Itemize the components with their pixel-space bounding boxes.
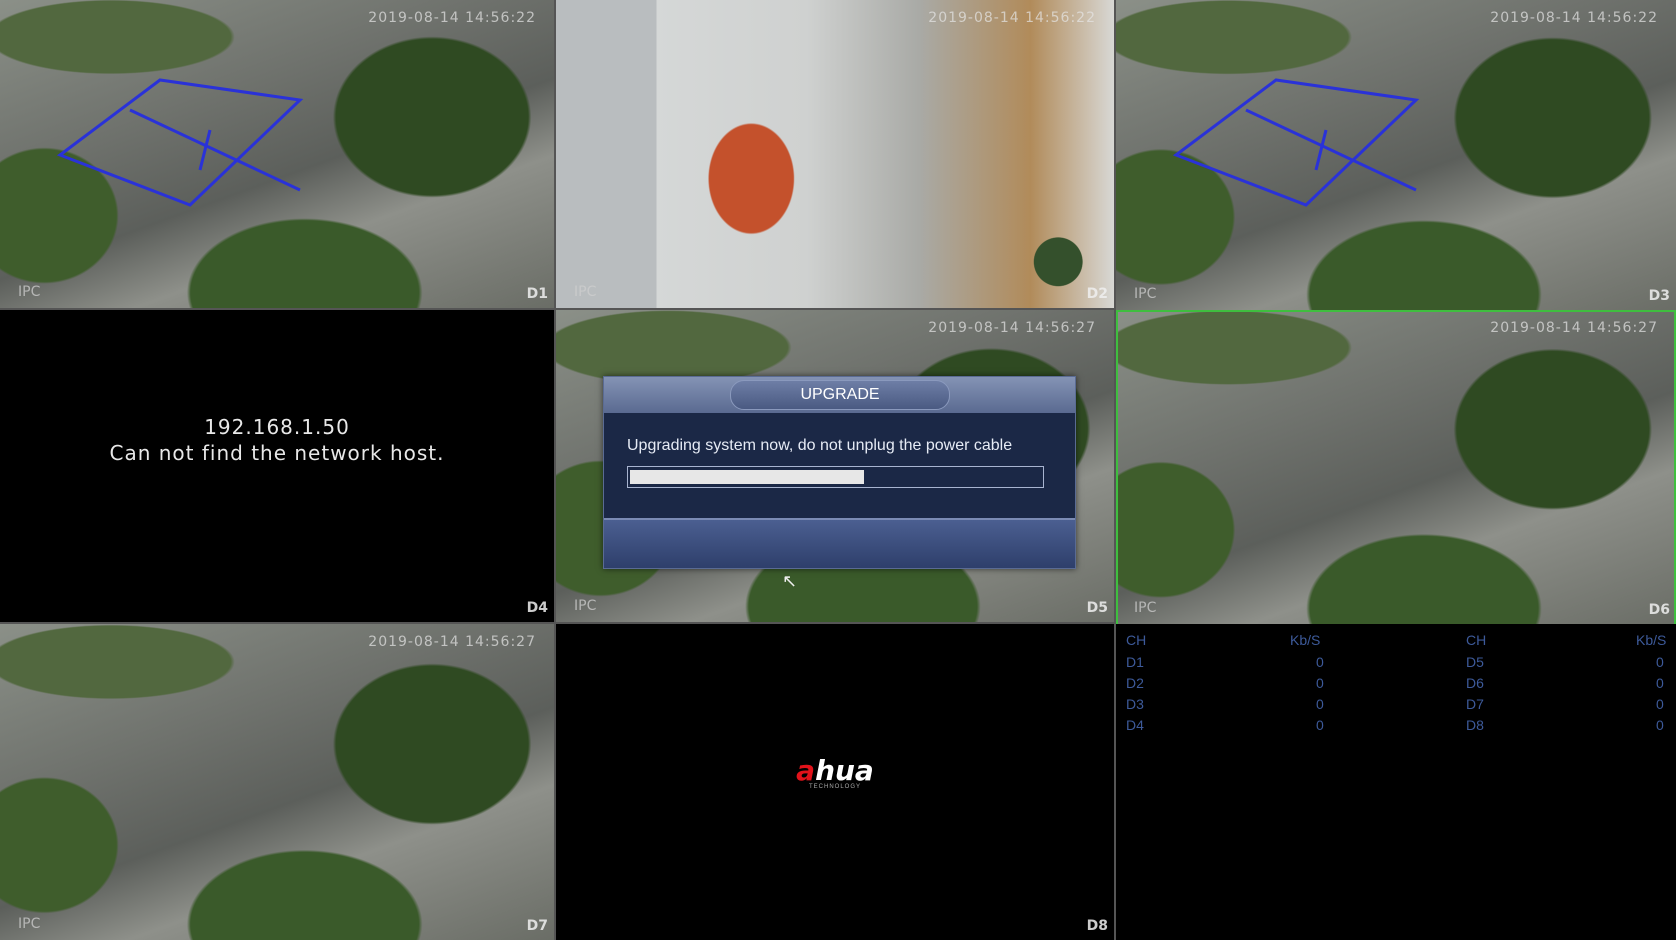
dialog-title: UPGRADE [730, 380, 950, 410]
bitrate-header-kbs-left: Kb/S [1290, 632, 1321, 648]
bitrate-kbs: 0 [1656, 675, 1664, 691]
logo-text: hua [815, 754, 874, 787]
channel-label: D7 [526, 918, 548, 934]
bitrate-kbs: 0 [1316, 717, 1324, 733]
bitrate-header-kbs-right: Kb/S [1636, 632, 1667, 648]
source-label: IPC [1134, 286, 1157, 302]
channel-label: D5 [1086, 600, 1108, 616]
progress-fill [630, 470, 864, 484]
bitrate-ch: D2 [1126, 675, 1144, 691]
channel-label: D3 [1648, 288, 1670, 304]
logo-subtitle: TECHNOLOGY [808, 784, 861, 790]
bitrate-kbs: 0 [1316, 675, 1324, 691]
error-text: Can not find the network host. [109, 441, 445, 465]
timestamp: 2019-08-14 14:56:22 [928, 10, 1096, 26]
channel-tile-d4[interactable]: 192.168.1.50 Can not find the network ho… [0, 310, 556, 624]
dialog-header: UPGRADE [604, 377, 1075, 413]
source-label: IPC [18, 916, 41, 932]
timestamp: 2019-08-14 14:56:27 [368, 634, 536, 650]
dialog-footer [604, 518, 1075, 568]
bitrate-panel: CH Kb/S CH Kb/S D1 0 D2 0 D3 0 D4 0 D5 0… [1116, 624, 1676, 940]
upgrade-dialog: UPGRADE Upgrading system now, do not unp… [603, 376, 1076, 569]
channel-label: D2 [1086, 286, 1108, 302]
logo-accent: a [796, 754, 816, 787]
channel-tile-d2[interactable]: 2019-08-14 14:56:22 IPC D2 [556, 0, 1116, 310]
channel-label: D1 [526, 286, 548, 302]
motion-zone-overlay [56, 78, 304, 207]
bitrate-ch: D6 [1466, 675, 1484, 691]
brand-logo: ahua [556, 754, 1114, 787]
timestamp: 2019-08-14 14:56:22 [1490, 10, 1658, 26]
mouse-pointer-icon: ↖ [782, 571, 798, 591]
source-label: IPC [574, 598, 597, 614]
channel-label: D4 [526, 600, 548, 616]
upgrade-progress-bar [627, 466, 1044, 488]
channel-tile-d3[interactable]: 2019-08-14 14:56:22 IPC D3 [1116, 0, 1676, 312]
motion-zone-overlay [1172, 78, 1420, 207]
bitrate-ch: D3 [1126, 696, 1144, 712]
bitrate-kbs: 0 [1316, 696, 1324, 712]
channel-tile-d6[interactable]: 2019-08-14 14:56:27 IPC D6 [1116, 310, 1676, 626]
timestamp: 2019-08-14 14:56:27 [1490, 320, 1658, 336]
source-label: IPC [18, 284, 41, 300]
channel-label: D6 [1648, 602, 1670, 618]
offline-message: 192.168.1.50 Can not find the network ho… [0, 414, 554, 466]
channel-label: D8 [1086, 918, 1108, 934]
bitrate-kbs: 0 [1656, 654, 1664, 670]
bitrate-kbs: 0 [1316, 654, 1324, 670]
channel-tile-d7[interactable]: 2019-08-14 14:56:27 IPC D7 [0, 624, 556, 940]
bitrate-ch: D7 [1466, 696, 1484, 712]
bitrate-kbs: 0 [1656, 696, 1664, 712]
bitrate-ch: D8 [1466, 717, 1484, 733]
channel-tile-d8[interactable]: ahua TECHNOLOGY D8 [556, 624, 1116, 940]
source-label: IPC [574, 284, 597, 300]
bitrate-ch: D4 [1126, 717, 1144, 733]
dialog-message: Upgrading system now, do not unplug the … [627, 437, 1013, 454]
bitrate-header-ch-left: CH [1126, 632, 1147, 648]
bitrate-ch: D5 [1466, 654, 1484, 670]
bitrate-ch: D1 [1126, 654, 1144, 670]
ip-address: 192.168.1.50 [204, 415, 350, 439]
timestamp: 2019-08-14 14:56:22 [368, 10, 536, 26]
bitrate-header-ch-right: CH [1466, 632, 1487, 648]
source-label: IPC [1134, 600, 1157, 616]
bitrate-kbs: 0 [1656, 717, 1664, 733]
channel-tile-d1[interactable]: 2019-08-14 14:56:22 IPC D1 [0, 0, 556, 310]
timestamp: 2019-08-14 14:56:27 [928, 320, 1096, 336]
